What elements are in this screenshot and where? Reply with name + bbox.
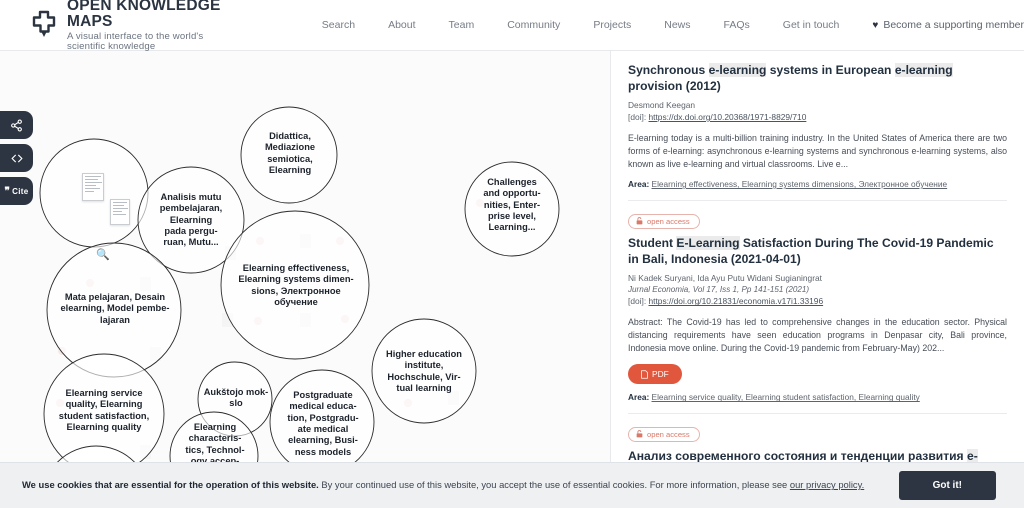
cite-button[interactable]: ❞ Cite	[0, 177, 33, 205]
magnifier-icon[interactable]: 🔍	[96, 248, 110, 261]
nav-item-about[interactable]: About	[388, 19, 415, 31]
bubble-higher-education-institute	[371, 318, 477, 424]
code-icon	[11, 154, 22, 162]
title-part: Student	[628, 235, 677, 250]
result-area: Area: Elearning effectiveness, Elearning…	[628, 179, 1007, 189]
pdf-button[interactable]: PDF	[628, 364, 682, 385]
bubble-challenges	[464, 161, 560, 257]
brand-title: OPEN KNOWLEDGE MAPS	[67, 0, 221, 30]
area-label: Area:	[628, 392, 650, 403]
map-toolbar: ❞ Cite	[0, 111, 33, 210]
pdf-label: PDF	[652, 369, 669, 380]
open-access-label: open access	[647, 429, 690, 439]
result-doi-line: [doi]: https://doi.org/10.21831/economia…	[628, 295, 1007, 308]
cookie-banner: We use cookies that are essential for th…	[0, 462, 1024, 508]
doi-prefix: [doi]:	[628, 296, 647, 307]
nav-item-faqs[interactable]: FAQs	[724, 19, 750, 31]
result-item[interactable]: open access Student E-Learning Satisfact…	[628, 212, 1007, 415]
title-part: Synchronous	[628, 63, 709, 77]
cookie-rest-text: By your continued use of this website, y…	[318, 479, 790, 491]
result-doi-line: [doi]: https://dx.doi.org/10.20368/1971-…	[628, 111, 1007, 124]
accept-cookies-button[interactable]: Got it!	[898, 471, 996, 500]
title-part-highlight: e-learning	[708, 63, 767, 77]
open-access-badge: open access	[628, 213, 700, 229]
embed-code-button[interactable]	[0, 144, 33, 172]
result-journal: Jurnal Economia, Vol 17, Iss 1, Pp 141-1…	[628, 284, 810, 294]
nav-item-news[interactable]: News	[664, 19, 690, 31]
nav-item-projects[interactable]: Projects	[593, 19, 631, 31]
share-button[interactable]	[0, 111, 33, 139]
open-lock-icon	[636, 430, 643, 438]
open-access-label: open access	[647, 216, 690, 226]
paper-card[interactable]	[110, 199, 130, 225]
heart-icon: ♥	[872, 19, 879, 31]
doi-link[interactable]: https://doi.org/10.21831/economia.v17i1.…	[649, 296, 824, 306]
area-values[interactable]: Elearning effectiveness, Elearning syste…	[652, 179, 948, 189]
result-area: Area: Elearning service quality, Elearni…	[628, 392, 1007, 402]
bubble-didattica	[240, 106, 338, 204]
area-values[interactable]: Elearning service quality, Elearning stu…	[652, 392, 920, 402]
result-abstract: E-learning today is a multi-billion trai…	[628, 132, 1007, 169]
bubble-effectiveness	[220, 210, 370, 360]
results-list[interactable]: Synchronous e-learning systems in Europe…	[610, 51, 1024, 508]
map-bubbles-svg	[39, 106, 560, 508]
title-part: Анализ современного состояния и тенденци…	[628, 448, 967, 463]
nav-item-team[interactable]: Team	[449, 19, 475, 31]
bubble-postgraduate	[269, 369, 375, 475]
knowledge-map[interactable]: 🔍 Didattica, Mediazione semiotica, Elear…	[0, 51, 610, 508]
nav-item-community[interactable]: Community	[507, 19, 560, 31]
result-title: Synchronous e-learning systems in Europe…	[628, 63, 1007, 95]
doi-prefix: [doi]:	[628, 112, 647, 123]
paper-card[interactable]	[82, 173, 104, 201]
result-authors: Desmond Keegan	[628, 99, 696, 110]
nav-item-get-in-touch[interactable]: Get in touch	[783, 19, 840, 31]
privacy-policy-link[interactable]: our privacy policy.	[790, 479, 864, 490]
brand[interactable]: OPEN KNOWLEDGE MAPS A visual interface t…	[30, 0, 232, 52]
quote-icon: ❞	[4, 185, 11, 197]
title-part-highlight: E-Learning	[676, 235, 740, 250]
page-root: OPEN KNOWLEDGE MAPS A visual interface t…	[0, 0, 1024, 508]
result-item[interactable]: Synchronous e-learning systems in Europe…	[628, 63, 1007, 202]
share-icon	[11, 119, 22, 131]
result-abstract: Abstract: The Covid-19 has led to compre…	[628, 316, 1007, 354]
title-part: systems in European	[766, 63, 895, 77]
result-title: Student E-Learning Satisfaction During T…	[628, 235, 1007, 268]
result-authors: Ni Kadek Suryani, Ida Ayu Putu Widani Su…	[628, 272, 822, 283]
nav-item-supporting-member[interactable]: ♥ Become a supporting member	[872, 19, 1024, 31]
area-label: Area:	[628, 179, 650, 190]
open-lock-icon	[636, 217, 643, 225]
title-part-highlight: e-learning	[894, 63, 953, 77]
cookie-text: We use cookies that are essential for th…	[22, 478, 864, 493]
open-access-badge: open access	[628, 426, 700, 442]
site-header: OPEN KNOWLEDGE MAPS A visual interface t…	[0, 0, 1024, 52]
cookie-bold-text: We use cookies that are essential for th…	[22, 479, 319, 491]
title-part: provision (2012)	[628, 78, 721, 93]
brand-subtitle: A visual interface to the world's scient…	[67, 31, 204, 53]
cite-label: Cite	[12, 186, 29, 196]
supporting-member-label: Become a supporting member	[883, 19, 1024, 31]
main-nav: Search About Team Community Projects New…	[322, 19, 1024, 31]
document-icon	[641, 370, 648, 379]
cross-bubble-logo-icon	[32, 10, 56, 37]
nav-item-search[interactable]: Search	[322, 19, 355, 31]
doi-link[interactable]: https://dx.doi.org/10.20368/1971-8829/71…	[649, 112, 807, 122]
